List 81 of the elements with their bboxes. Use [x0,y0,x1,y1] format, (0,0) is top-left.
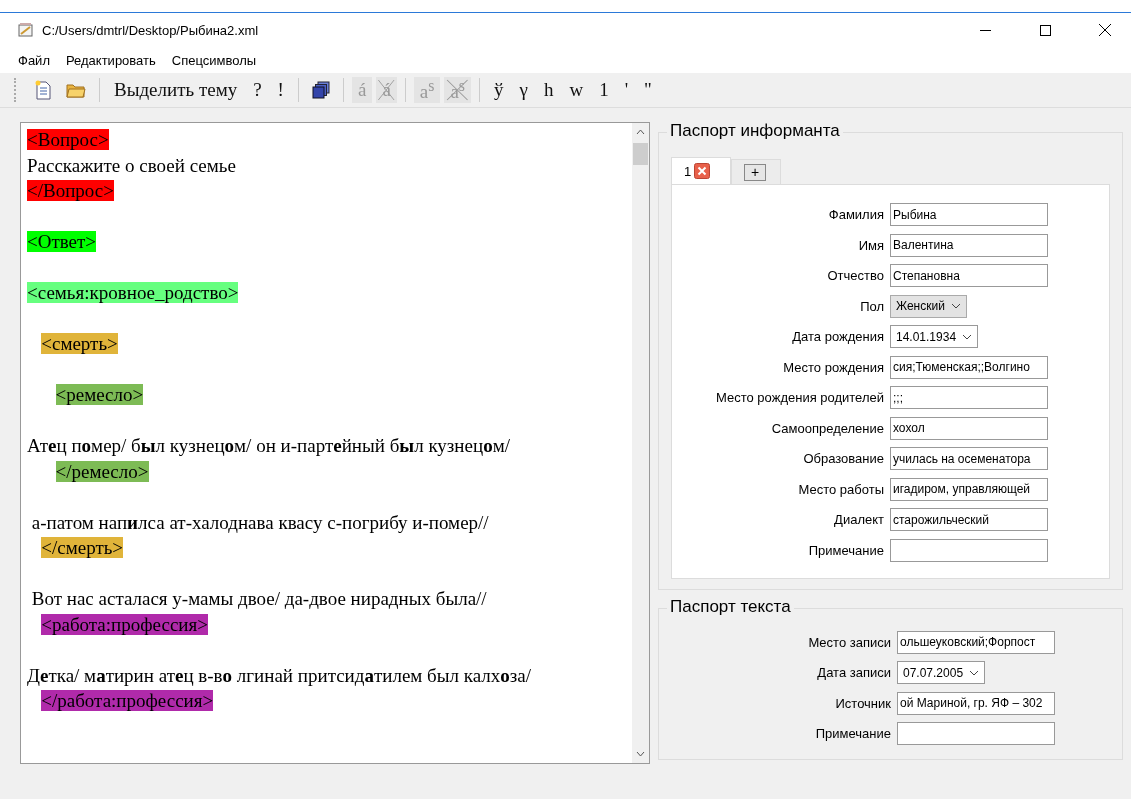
minimize-icon [979,29,991,31]
app-icon [18,22,34,38]
chevron-icon [950,303,961,309]
chevron-icon [962,333,973,340]
field-label: Место рождения родителей [715,390,884,405]
field-label: Источник [834,695,891,711]
markup-tag: <Вопрос> [27,129,109,150]
date-picker[interactable]: 14.01.1934 [890,325,979,348]
text-field[interactable] [897,722,1055,745]
text-field[interactable]: ольшеуковский;Форпост [897,630,1055,654]
window-title: C:/Users/dmtrl/Desktop/Рыбина2.xml [42,22,260,38]
symbol-button[interactable]: ' [618,77,635,103]
field-label: Примечание [807,542,884,558]
menu-item[interactable]: Спецсимволы [163,52,265,68]
symbol-button[interactable]: ? [247,77,268,103]
group-title: Паспорт информанта [667,121,843,141]
add-tab-button[interactable]: + [744,163,766,181]
text-field[interactable]: старожильческий [890,508,1048,531]
transcript-text: Детка/ матирин атец в-во лгинай притсидатилем был калхоза/ [27,664,531,686]
markup-tag: </смерть> [41,537,124,558]
text-field[interactable]: Валентина [890,233,1048,257]
scrollbar[interactable] [632,123,649,763]
text-field[interactable] [890,538,1048,562]
markup-tag: </Вопрос> [27,180,114,201]
markup-tag: <смерть> [41,333,118,354]
document-icon [34,80,52,100]
field-label: Образование [802,451,884,466]
maximize-icon [1039,24,1051,36]
symbol-button[interactable]: " [638,77,658,103]
field-label: Место записи [807,634,891,650]
symbol-button[interactable]: 1 [593,77,615,103]
text-editor[interactable] [20,122,650,764]
symbol-button[interactable]: ў [488,77,510,103]
tab[interactable]: + [731,159,781,184]
transcript-text: Вот нас асталася у-мамы двое/ да-двое нирадных была// [30,588,487,609]
field-label: Место рождения [782,359,884,375]
text-field[interactable]: сия;Тюменская;;Волгино [890,355,1048,379]
dropdown[interactable]: Женский [890,294,967,318]
text-field[interactable]: игадиром, управляющей [890,477,1048,501]
date-picker[interactable]: 07.07.2005 [897,661,986,684]
field-label: Фамилия [827,207,884,222]
markup-tag: <работа:профессия> [41,613,208,635]
stacked-pages-icon [311,81,330,99]
symbol-button[interactable]: γ [513,77,534,103]
field-label: Дата записи [816,665,891,680]
symbol-button[interactable]: Выделить тему [108,77,244,103]
text-field[interactable]: хохол [890,416,1048,440]
scroll-down-icon[interactable] [636,751,645,757]
markup-tag: <Ответ> [27,231,97,252]
scroll-up-icon[interactable] [636,129,645,135]
close-tab-icon [694,163,711,179]
field-label: Место работы [797,481,884,497]
markup-tag: <семья:кровное_родство> [27,282,239,303]
text-field[interactable]: Рыбина [890,203,1048,226]
field-label: Диалект [833,512,884,527]
transcript-text: Расскажите о своей семье [27,154,236,176]
text-field[interactable]: училась на осеменатора [890,447,1048,470]
chevron-icon [969,669,980,676]
markup-tag: <ремесло> [55,384,144,405]
symbol-button[interactable]: h [537,77,560,103]
field-label: Имя [857,237,884,253]
field-label: Дата рождения [791,329,884,344]
scroll-thumb[interactable] [633,143,648,165]
symbol-button[interactable]: ! [271,77,290,103]
close-icon [1099,24,1111,36]
field-label: Самоопределение [770,420,884,436]
text-field[interactable]: ;;; [890,386,1048,409]
symbol-button[interactable]: w [563,77,590,103]
markup-tag: </ремесло> [55,460,149,482]
folder-icon [66,81,86,99]
transcript-text: а-патом напилса ат-халоднава квасу с-погрибу и-помер// [30,511,489,533]
text-field[interactable]: ой Мариной, гр. ЯФ – 302 [897,691,1055,715]
transcript-text: Атец помер/ был кузнецом/ он и-партейный был кузнецом/ [27,435,510,456]
markup-tag: </работа:профессия> [41,690,214,711]
field-label: Отчество [826,268,884,283]
tab[interactable]: 1 [671,157,731,184]
field-label: Примечание [814,726,891,741]
menu-item[interactable]: Файл [10,52,58,68]
text-field[interactable]: Степановна [890,264,1048,287]
menu-item[interactable]: Редактировать [57,52,164,68]
field-label: Пол [859,298,884,314]
